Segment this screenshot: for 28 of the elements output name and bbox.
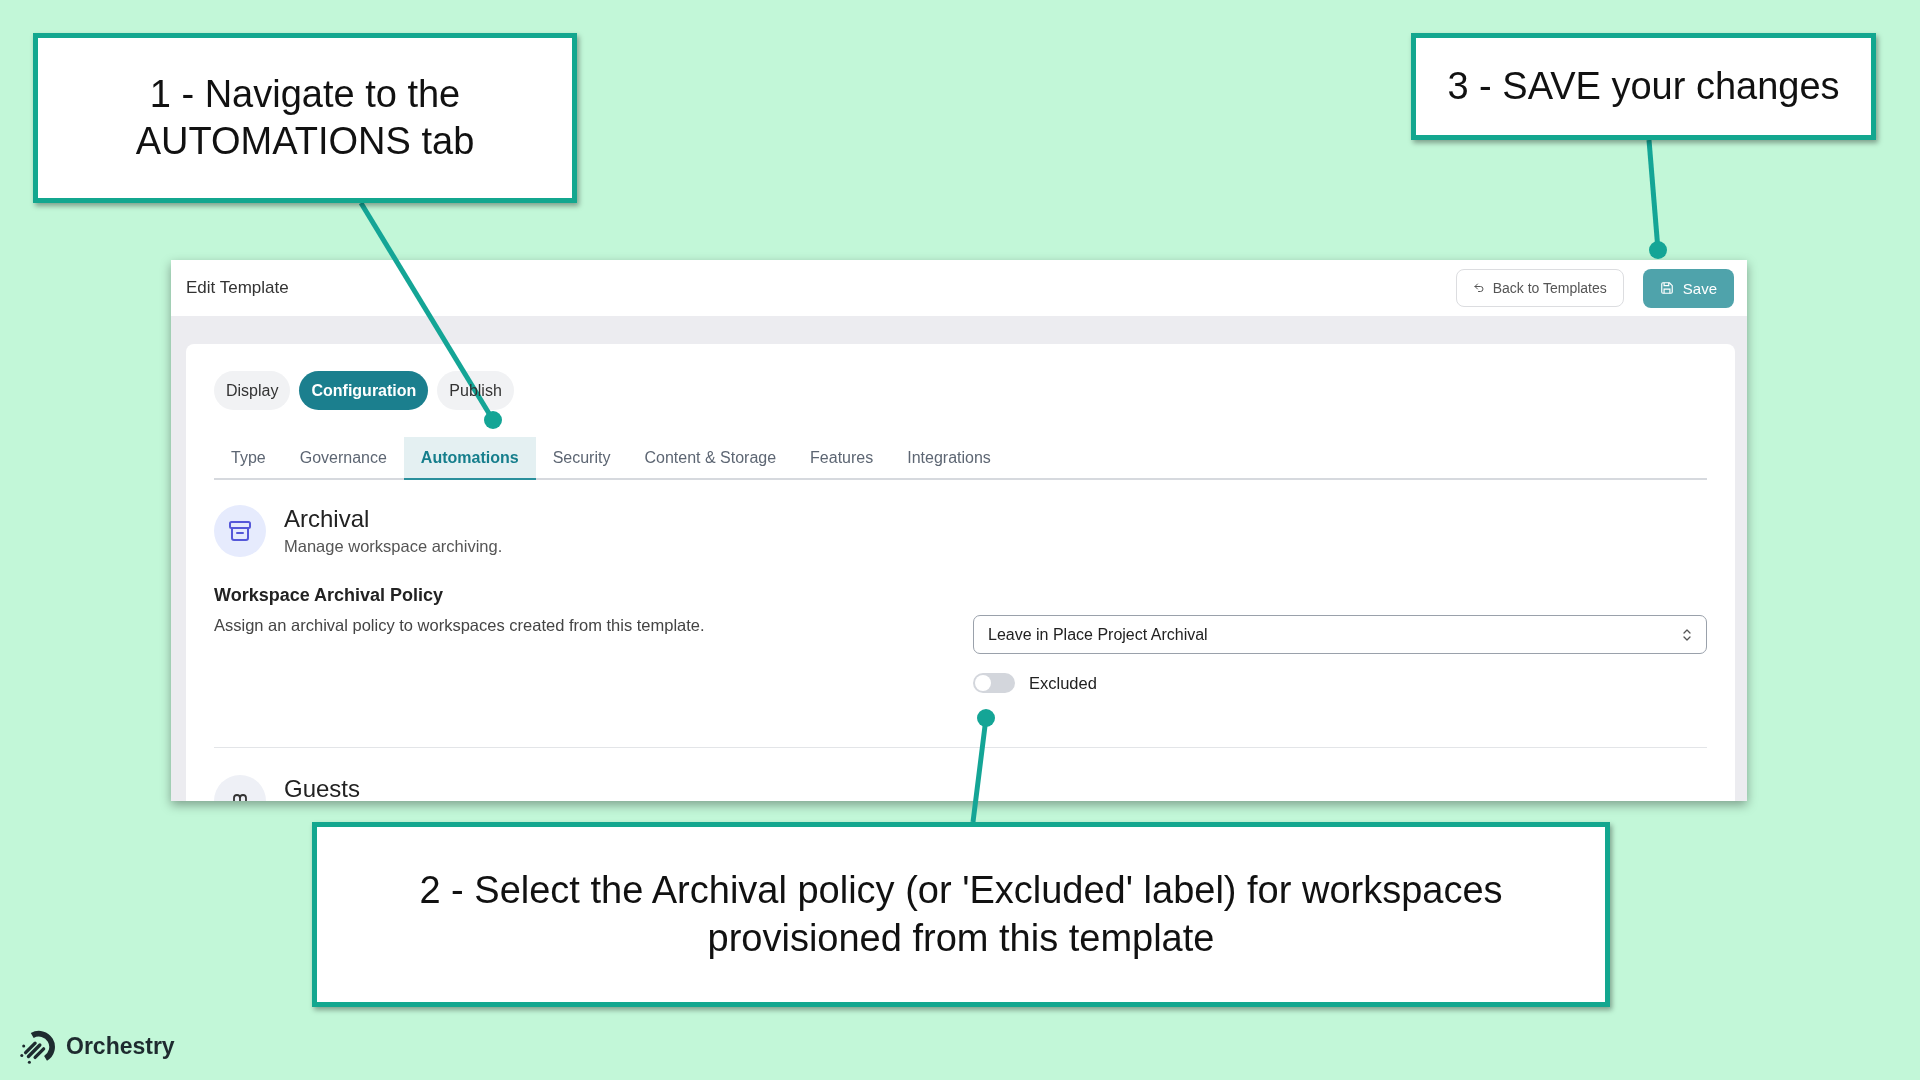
setting-description: Assign an archival policy to workspaces created from this template. [214,615,706,635]
mode-tab[interactable]: Configuration [299,371,429,410]
excluded-toggle[interactable] [973,673,1015,693]
section-subtitle: Manage workspace archiving. [284,536,503,556]
people-icon [214,775,266,801]
toggle-label: Excluded [1029,673,1097,693]
section-title: Archival [284,506,371,532]
section-tab[interactable]: Features [793,437,891,480]
policy-select[interactable]: Leave in Place Project Archival [973,615,1707,654]
section-tab[interactable]: Integrations [890,437,1008,480]
section-tab[interactable]: Content & Storage [627,437,794,480]
setting-label: Workspace Archival Policy [214,584,445,606]
instruction-callout: 1 - Navigate to the AUTOMATIONS tab [33,33,577,203]
page-title: Edit Template [186,278,289,298]
brand-name: Orchestry [66,1032,175,1060]
mode-tab[interactable]: Display [214,371,291,410]
section-tab[interactable]: Automations [403,437,536,480]
instruction-callout: 3 - SAVE your changes [1411,33,1876,140]
save-icon [1659,281,1674,295]
undo-arrow-icon [1472,282,1485,294]
instruction-callout: 2 - Select the Archival policy (or 'Excluded' label) for workspaces provisioned from this template [312,822,1610,1007]
archive-icon [214,505,266,557]
chevron-up-down-icon [1682,627,1692,642]
section-tab[interactable]: Security [535,437,628,480]
section-title: Guests [284,777,361,801]
section-tab[interactable]: Governance [282,437,404,480]
back-button[interactable]: Back to Templates [1455,269,1624,307]
section-tab[interactable]: Type [214,437,283,480]
